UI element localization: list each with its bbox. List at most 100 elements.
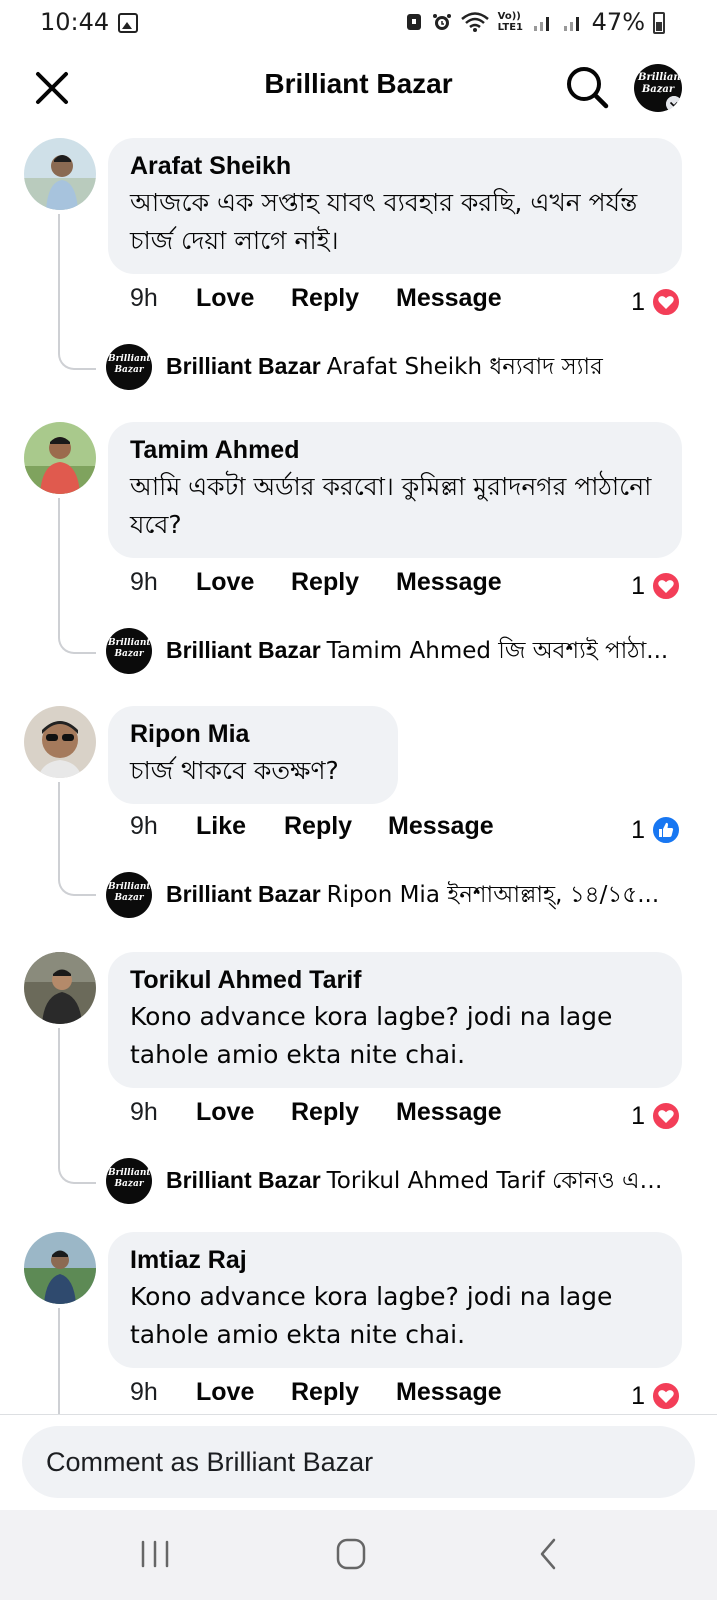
- reply-avatar: Brilliant Bazar: [106, 628, 152, 674]
- thread-line: [58, 214, 96, 370]
- comment-actions: 9h Love Reply Message: [130, 284, 510, 320]
- message-button[interactable]: Message: [396, 1098, 502, 1127]
- comment-actions: 9h Love Reply Message: [130, 568, 510, 604]
- reply-button[interactable]: Reply: [291, 1378, 359, 1407]
- comment-author[interactable]: Tamim Ahmed: [130, 434, 660, 466]
- status-bar: 10:44 Vo)) LTE1 47%: [0, 0, 717, 48]
- reaction-summary[interactable]: 1: [631, 1378, 681, 1414]
- comment-actions: 9h Love Reply Message: [130, 1378, 510, 1414]
- reaction-summary[interactable]: 1: [631, 284, 681, 320]
- thread-line: [58, 1028, 96, 1184]
- comment-bubble[interactable]: Tamim Ahmed আমি একটা অর্ডার করবো। কুমিল্…: [108, 422, 682, 558]
- comment-author[interactable]: Imtiaz Raj: [130, 1244, 660, 1276]
- comment-actions: 9h Love Reply Message: [130, 1098, 510, 1134]
- reply-text: Brilliant Bazar Arafat Sheikh ধন্যবাদ স্য…: [166, 348, 676, 387]
- gallery-notification-icon: [118, 13, 138, 33]
- reaction-summary[interactable]: 1: [631, 812, 681, 848]
- comment-text: চার্জ থাকবে কতক্ষণ?: [130, 756, 339, 785]
- reply-avatar: Brilliant Bazar: [106, 1158, 152, 1204]
- battery-percent: 47%: [591, 8, 645, 36]
- reply-avatar: Brilliant Bazar: [106, 872, 152, 918]
- comment-bubble[interactable]: Arafat Sheikh আজকে এক সপ্তাহ যাবৎ ব্যবহা…: [108, 138, 682, 274]
- reply-text: Brilliant Bazar Tamim Ahmed জি অবশ্যই পাঠ…: [166, 632, 676, 671]
- alarm-icon: [432, 14, 451, 30]
- reaction-count: 1: [631, 1101, 645, 1130]
- reply-item[interactable]: Brilliant Bazar Brilliant Bazar Arafat Sh…: [106, 344, 676, 390]
- message-button[interactable]: Message: [396, 568, 502, 597]
- message-button[interactable]: Message: [396, 284, 502, 313]
- reply-author[interactable]: Brilliant Bazar: [166, 637, 321, 663]
- reply-body: Torikul Ahmed Tarif কোনও এড...: [326, 1167, 676, 1194]
- love-button[interactable]: Love: [196, 284, 254, 313]
- avatar[interactable]: [24, 422, 96, 494]
- page-avatar-logo: Brilliant Bazar: [638, 72, 682, 95]
- home-icon[interactable]: [326, 1534, 376, 1574]
- comment-bubble[interactable]: Torikul Ahmed Tarif Kono advance kora la…: [108, 952, 682, 1088]
- composer-divider: [0, 1414, 717, 1415]
- like-button[interactable]: Like: [196, 812, 246, 841]
- reaction-count: 1: [631, 1381, 645, 1410]
- comment-author[interactable]: Ripon Mia: [130, 718, 376, 750]
- love-button[interactable]: Love: [196, 568, 254, 597]
- status-icons: Vo)) LTE1 47%: [404, 8, 667, 36]
- comment-input[interactable]: Comment as Brilliant Bazar: [22, 1426, 695, 1498]
- avatar[interactable]: [24, 138, 96, 210]
- reply-avatar: Brilliant Bazar: [106, 344, 152, 390]
- comment-time: 9h: [130, 1378, 158, 1406]
- reply-author[interactable]: Brilliant Bazar: [166, 353, 321, 379]
- love-icon: [651, 571, 681, 601]
- comment-input-placeholder: Comment as Brilliant Bazar: [46, 1446, 374, 1477]
- reply-author[interactable]: Brilliant Bazar: [166, 1167, 321, 1193]
- love-icon: [651, 1381, 681, 1411]
- signal-icon-2: [563, 17, 579, 31]
- reaction-count: 1: [631, 815, 645, 844]
- reply-item[interactable]: Brilliant Bazar Brilliant Bazar Ripon Mia…: [106, 872, 676, 918]
- love-button[interactable]: Love: [196, 1098, 254, 1127]
- comment-text: Kono advance kora lagbe? jodi na lage ta…: [130, 1282, 613, 1349]
- reply-item[interactable]: Brilliant Bazar Brilliant Bazar Tamim Ahm…: [106, 628, 676, 674]
- reply-button[interactable]: Reply: [291, 568, 359, 597]
- app-header: Brilliant Bazar Brilliant Bazar: [0, 48, 717, 126]
- wifi-icon: [460, 12, 489, 32]
- comment-author[interactable]: Torikul Ahmed Tarif: [130, 964, 660, 996]
- reaction-count: 1: [631, 571, 645, 600]
- comment-time: 9h: [130, 1098, 158, 1126]
- like-icon: [651, 815, 681, 845]
- network-label: Vo)) LTE1: [497, 11, 523, 33]
- comment-text: আজকে এক সপ্তাহ যাবৎ ব্যবহার করছি, এখন পর…: [130, 188, 638, 255]
- page-switcher-avatar[interactable]: Brilliant Bazar: [634, 64, 682, 112]
- reaction-summary[interactable]: 1: [631, 1098, 681, 1134]
- love-button[interactable]: Love: [196, 1378, 254, 1407]
- avatar[interactable]: [24, 706, 96, 778]
- comment-actions: 9h Like Reply Message: [130, 812, 510, 848]
- reply-item[interactable]: Brilliant Bazar Brilliant Bazar Torikul A…: [106, 1158, 676, 1204]
- signal-icon: [533, 17, 549, 31]
- chevron-down-icon: [666, 96, 682, 112]
- reaction-summary[interactable]: 1: [631, 568, 681, 604]
- status-time: 10:44: [40, 8, 110, 36]
- reply-body: Ripon Mia ইনশাআল্লাহ্‌, ১৪/১৫...: [326, 881, 660, 908]
- comment-bubble[interactable]: Imtiaz Raj Kono advance kora lagbe? jodi…: [108, 1232, 682, 1368]
- back-icon[interactable]: [524, 1534, 574, 1574]
- reply-author[interactable]: Brilliant Bazar: [166, 881, 321, 907]
- reply-button[interactable]: Reply: [291, 284, 359, 313]
- lock-notification-icon: [406, 14, 421, 30]
- thread-line: [58, 498, 96, 654]
- reply-button[interactable]: Reply: [284, 812, 352, 841]
- comment-bubble[interactable]: Ripon Mia চার্জ থাকবে কতক্ষণ?: [108, 706, 398, 804]
- search-icon[interactable]: [562, 62, 612, 112]
- comment-text: আমি একটা অর্ডার করবো। কুমিল্লা মুরাদনগর …: [130, 472, 652, 539]
- avatar[interactable]: [24, 952, 96, 1024]
- recent-apps-icon[interactable]: [130, 1534, 180, 1574]
- reply-body: Arafat Sheikh ধন্যবাদ স্যার: [326, 353, 603, 380]
- comment-author[interactable]: Arafat Sheikh: [130, 150, 660, 182]
- comment-text: Kono advance kora lagbe? jodi na lage ta…: [130, 1002, 613, 1069]
- comment-time: 9h: [130, 812, 158, 840]
- reply-text: Brilliant Bazar Ripon Mia ইনশাআল্লাহ্‌, ১…: [166, 876, 676, 915]
- thread-line: [58, 1308, 96, 1414]
- reply-button[interactable]: Reply: [291, 1098, 359, 1127]
- message-button[interactable]: Message: [396, 1378, 502, 1407]
- message-button[interactable]: Message: [388, 812, 494, 841]
- thread-line: [58, 782, 96, 896]
- avatar[interactable]: [24, 1232, 96, 1304]
